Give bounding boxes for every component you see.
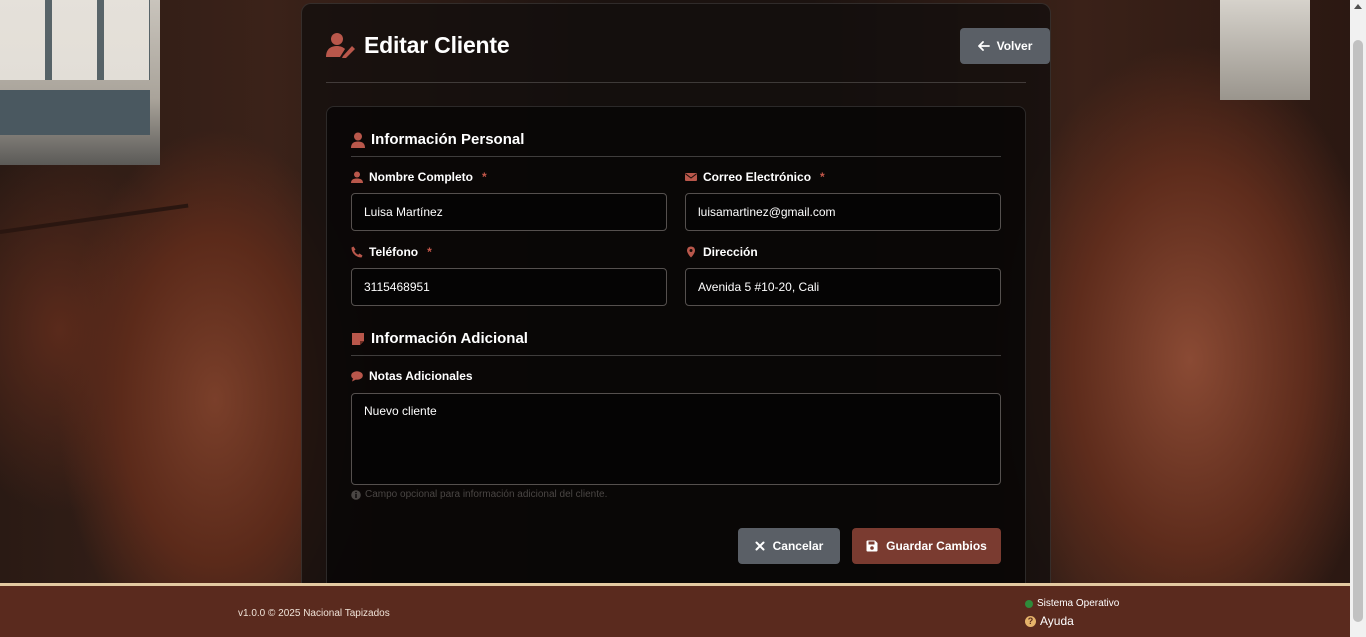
notes-textarea[interactable]: Nuevo cliente — [351, 393, 1001, 485]
scrollbar-thumb[interactable] — [1353, 40, 1363, 622]
user-icon — [351, 132, 365, 148]
comment-icon — [351, 371, 363, 382]
times-icon — [755, 541, 765, 551]
name-label: Nombre Completo * — [351, 170, 487, 184]
name-label-text: Nombre Completo — [369, 170, 474, 184]
panel-header: Editar Cliente Volver — [326, 28, 1050, 83]
back-button[interactable]: Volver — [960, 28, 1050, 64]
save-button[interactable]: Guardar Cambios — [852, 528, 1001, 564]
help-link[interactable]: ? Ayuda — [1025, 614, 1074, 628]
question-circle-icon: ? — [1025, 615, 1036, 627]
background-door-trim — [0, 203, 189, 234]
phone-label: Teléfono * — [351, 245, 432, 259]
user-edit-icon — [326, 33, 355, 58]
cancel-button-label: Cancelar — [772, 539, 824, 553]
notes-hint-text: Campo opcional para información adiciona… — [365, 489, 608, 500]
email-label: Correo Electrónico * — [685, 170, 825, 184]
section-additional-title: Información Adicional — [351, 330, 1001, 356]
section-personal-title: Información Personal — [351, 131, 1001, 157]
notes-label-text: Notas Adicionales — [369, 369, 473, 383]
required-marker: * — [427, 245, 432, 259]
page-title: Editar Cliente — [364, 32, 510, 58]
help-link-label: Ayuda — [1040, 614, 1074, 628]
phone-icon — [351, 246, 363, 258]
required-marker: * — [820, 170, 825, 184]
envelope-icon — [685, 173, 697, 181]
info-circle-icon — [351, 489, 361, 500]
notes-label: Notas Adicionales — [351, 369, 473, 383]
required-marker: * — [482, 170, 487, 184]
back-button-label: Volver — [996, 39, 1033, 53]
notes-hint: Campo opcional para información adiciona… — [351, 489, 607, 500]
phone-label-text: Teléfono — [369, 245, 419, 259]
footer-version: v1.0.0 © 2025 Nacional Tapizados — [238, 608, 390, 619]
address-input[interactable]: Avenida 5 #10-20, Cali — [685, 268, 1001, 306]
page-scrollbar[interactable] — [1350, 0, 1366, 637]
address-label-text: Dirección — [703, 245, 758, 259]
background-window-right — [1220, 0, 1310, 100]
edit-client-panel: Editar Cliente Volver Información Person… — [301, 3, 1051, 603]
status-dot-icon — [1025, 599, 1033, 608]
name-input[interactable]: Luisa Martínez — [351, 193, 667, 231]
arrow-left-icon — [977, 41, 990, 51]
system-status-label: Sistema Operativo — [1037, 598, 1120, 609]
user-icon — [351, 171, 363, 183]
section-additional-label: Información Adicional — [371, 330, 528, 347]
email-label-text: Correo Electrónico — [703, 170, 812, 184]
phone-input[interactable]: 3115468951 — [351, 268, 667, 306]
map-marker-icon — [687, 246, 695, 258]
footer: v1.0.0 © 2025 Nacional Tapizados Sistema… — [0, 583, 1350, 637]
email-input[interactable]: luisamartinez@gmail.com — [685, 193, 1001, 231]
scroll-up-arrow-icon[interactable] — [1354, 4, 1362, 9]
address-label: Dirección — [685, 245, 758, 259]
save-button-label: Guardar Cambios — [886, 539, 987, 553]
system-status: Sistema Operativo — [1025, 598, 1119, 609]
client-form-card: Información Personal Nombre Completo * Lu… — [326, 106, 1026, 596]
section-personal-label: Información Personal — [371, 131, 525, 148]
background-window-left — [0, 0, 160, 165]
cancel-button[interactable]: Cancelar — [738, 528, 840, 564]
floppy-disk-icon — [866, 540, 878, 552]
sticky-note-icon — [352, 333, 364, 345]
